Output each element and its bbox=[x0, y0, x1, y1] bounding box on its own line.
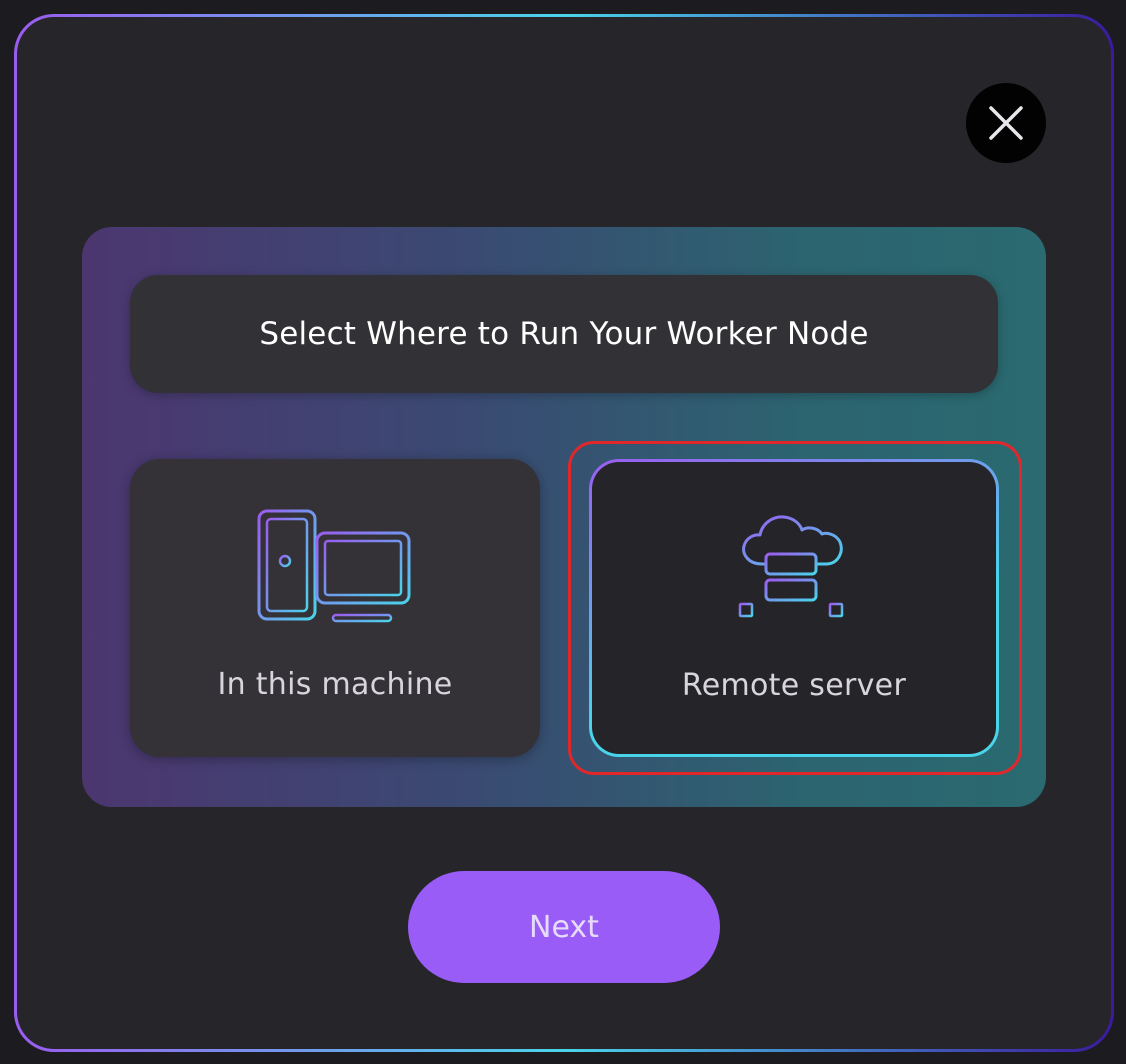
selection-highlight: Remote server bbox=[568, 441, 1022, 775]
option-remote-label: Remote server bbox=[681, 668, 907, 703]
option-local-machine[interactable]: In this machine bbox=[130, 459, 540, 757]
dialog-title: Select Where to Run Your Worker Node bbox=[130, 275, 998, 393]
desktop-computer-icon bbox=[257, 509, 411, 623]
option-remote-server[interactable]: Remote server bbox=[589, 459, 999, 757]
option-local-label: In this machine bbox=[217, 667, 453, 702]
close-button[interactable] bbox=[966, 83, 1046, 163]
next-button[interactable]: Next bbox=[408, 871, 720, 983]
dialog-frame: Select Where to Run Your Worker Node In … bbox=[14, 14, 1114, 1052]
cloud-server-icon bbox=[738, 515, 844, 618]
worker-node-dialog: Select Where to Run Your Worker Node In … bbox=[17, 17, 1111, 1049]
close-icon bbox=[989, 106, 1023, 140]
selection-panel: Select Where to Run Your Worker Node In … bbox=[82, 227, 1046, 807]
